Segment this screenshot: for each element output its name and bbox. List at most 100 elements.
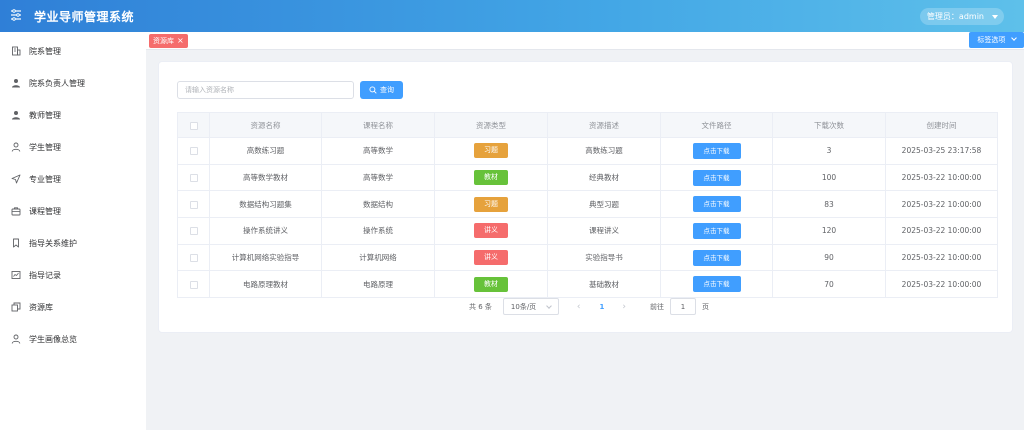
download-count: 83 xyxy=(772,190,886,219)
page-size-select[interactable]: 10条/页 xyxy=(502,298,559,315)
resource-type-tag: 习题 xyxy=(474,143,508,159)
course-name: 电路原理 xyxy=(321,270,435,299)
building-icon xyxy=(12,46,21,56)
download-button[interactable]: 点击下载 xyxy=(692,222,741,239)
resource-table: 资源名称 课程名称 资源类型 资源描述 文件路径 下载次数 创建时间 高数练习题 高等数学 习题… xyxy=(177,112,998,299)
select-all-checkbox[interactable] xyxy=(189,121,198,130)
row-select-cell xyxy=(177,243,210,272)
user-icon xyxy=(12,79,20,88)
prev-page-icon[interactable]: ‹ xyxy=(577,302,581,312)
row-checkbox[interactable] xyxy=(189,280,198,289)
app-title: 学业导师管理系统 xyxy=(34,10,135,24)
download-button[interactable]: 点击下载 xyxy=(692,196,741,213)
sidebar-item[interactable]: 院系管理 xyxy=(0,39,146,63)
select-all-cell xyxy=(177,112,210,138)
sidebar-item-label: 专业管理 xyxy=(29,174,61,184)
sidebar-item[interactable]: 课程管理 xyxy=(0,199,146,223)
next-page-icon[interactable]: › xyxy=(622,302,626,312)
course-name: 高等数学 xyxy=(321,137,435,165)
column-header: 下载次数 xyxy=(772,112,886,138)
download-count: 90 xyxy=(772,243,886,272)
search-button[interactable]: 查询 xyxy=(360,81,403,99)
sidebar-item-label: 资源库 xyxy=(29,302,53,312)
row-checkbox[interactable] xyxy=(189,227,198,236)
resource-description: 课程讲义 xyxy=(547,217,661,245)
page-number[interactable]: 1 xyxy=(600,303,605,311)
resource-name: 电路原理教材 xyxy=(209,270,322,299)
user-outline-icon xyxy=(11,334,21,344)
resource-description: 实验指导书 xyxy=(547,243,661,272)
table-row: 计算机网络实验指导 计算机网络 讲义 实验指导书 点击下载 90 2025-03-22 10… xyxy=(177,243,998,272)
tag-active[interactable]: 资源库 × xyxy=(149,34,188,48)
sidebar-item-label: 院系负责人管理 xyxy=(29,78,85,88)
table-row: 高数练习题 高等数学 习题 高数练习题 点击下载 3 2025-03-25 23:17:58 xyxy=(177,137,998,165)
menu-toggle-icon[interactable] xyxy=(10,9,22,21)
tag-options-button[interactable]: 标签选项 xyxy=(969,32,1024,48)
created-time: 2025-03-22 10:00:00 xyxy=(885,190,998,219)
close-icon[interactable]: × xyxy=(177,34,184,48)
sidebar-item[interactable]: 指导关系维护 xyxy=(0,231,146,255)
resource-type-tag: 讲义 xyxy=(474,250,508,266)
chart-icon xyxy=(11,271,21,279)
row-checkbox[interactable] xyxy=(189,147,198,156)
sidebar: 院系管理院系负责人管理 教师管理学生管理专业管理课程管理指导关系维护 指导记录资源库… xyxy=(0,32,146,430)
tag-label: 资源库 xyxy=(153,37,174,45)
goto-label: 前往 xyxy=(650,302,664,311)
course-name: 数据结构 xyxy=(321,190,435,219)
row-select-cell xyxy=(177,270,210,299)
download-button[interactable]: 点击下载 xyxy=(692,169,741,186)
download-button[interactable]: 点击下载 xyxy=(692,142,741,159)
resource-type-tag: 习题 xyxy=(474,196,508,212)
file-path-cell: 点击下载 xyxy=(660,217,773,245)
download-button[interactable]: 点击下载 xyxy=(692,276,741,293)
download-count: 3 xyxy=(772,137,886,165)
search-button-label: 查询 xyxy=(380,86,394,94)
table-row: 电路原理教材 电路原理 教材 基础教材 点击下载 70 2025-03-22 10:00:0… xyxy=(177,270,998,299)
resource-type-cell: 教材 xyxy=(434,163,548,192)
course-name: 操作系统 xyxy=(321,217,435,245)
row-select-cell xyxy=(177,137,210,165)
resource-type-cell: 讲义 xyxy=(434,243,548,272)
resource-type-tag: 教材 xyxy=(474,276,508,292)
page-size-value: 10条/页 xyxy=(510,302,537,311)
created-time: 2025-03-22 10:00:00 xyxy=(885,270,998,299)
sidebar-item[interactable]: 学生画像总览 xyxy=(0,327,146,351)
row-checkbox[interactable] xyxy=(189,254,198,263)
column-header: 文件路径 xyxy=(660,112,773,138)
row-select-cell xyxy=(177,163,210,192)
download-count: 120 xyxy=(772,217,886,245)
column-header: 资源类型 xyxy=(434,112,548,138)
sidebar-item[interactable]: 专业管理 xyxy=(0,167,146,191)
resource-type-cell: 讲义 xyxy=(434,217,548,245)
sidebar-item[interactable]: 院系负责人管理 xyxy=(0,71,146,95)
file-path-cell: 点击下载 xyxy=(660,270,773,299)
created-time: 2025-03-25 23:17:58 xyxy=(885,137,998,165)
resource-description: 高数练习题 xyxy=(547,137,661,165)
table-header-row: 资源名称 课程名称 资源类型 资源描述 文件路径 下载次数 创建时间 xyxy=(177,112,998,138)
column-header: 创建时间 xyxy=(885,112,998,138)
column-header: 课程名称 xyxy=(321,112,435,138)
app-header: 学业导师管理系统 管理员：admin xyxy=(0,0,1024,32)
content-card: 查询 资源名称课程名称资源类型资源描述文件路径下载次数创建时间 高数练习题高等数… xyxy=(158,61,1013,333)
sidebar-item-label: 课程管理 xyxy=(29,206,61,216)
user-menu[interactable]: 管理员：admin xyxy=(919,8,1004,25)
goto-page-input[interactable] xyxy=(670,298,696,315)
chevron-down-icon xyxy=(1010,35,1017,41)
sidebar-item-label: 教师管理 xyxy=(29,110,61,120)
sidebar-item[interactable]: 资源库 xyxy=(0,295,146,319)
row-checkbox[interactable] xyxy=(189,174,198,183)
caret-down-icon xyxy=(992,14,998,19)
download-button[interactable]: 点击下载 xyxy=(692,249,741,266)
resource-type-cell: 教材 xyxy=(434,270,548,299)
copy-icon xyxy=(11,302,21,312)
row-checkbox[interactable] xyxy=(189,200,198,209)
chevron-down-icon xyxy=(546,302,552,309)
resource-name: 高等数学教材 xyxy=(209,163,322,192)
user-outline-icon xyxy=(11,142,21,152)
resource-type-cell: 习题 xyxy=(434,190,548,219)
sidebar-item[interactable]: 教师管理 xyxy=(0,103,146,127)
search-input[interactable] xyxy=(177,81,354,99)
sidebar-item[interactable]: 指导记录 xyxy=(0,263,146,287)
resource-description: 基础教材 xyxy=(547,270,661,299)
sidebar-item[interactable]: 学生管理 xyxy=(0,135,146,159)
